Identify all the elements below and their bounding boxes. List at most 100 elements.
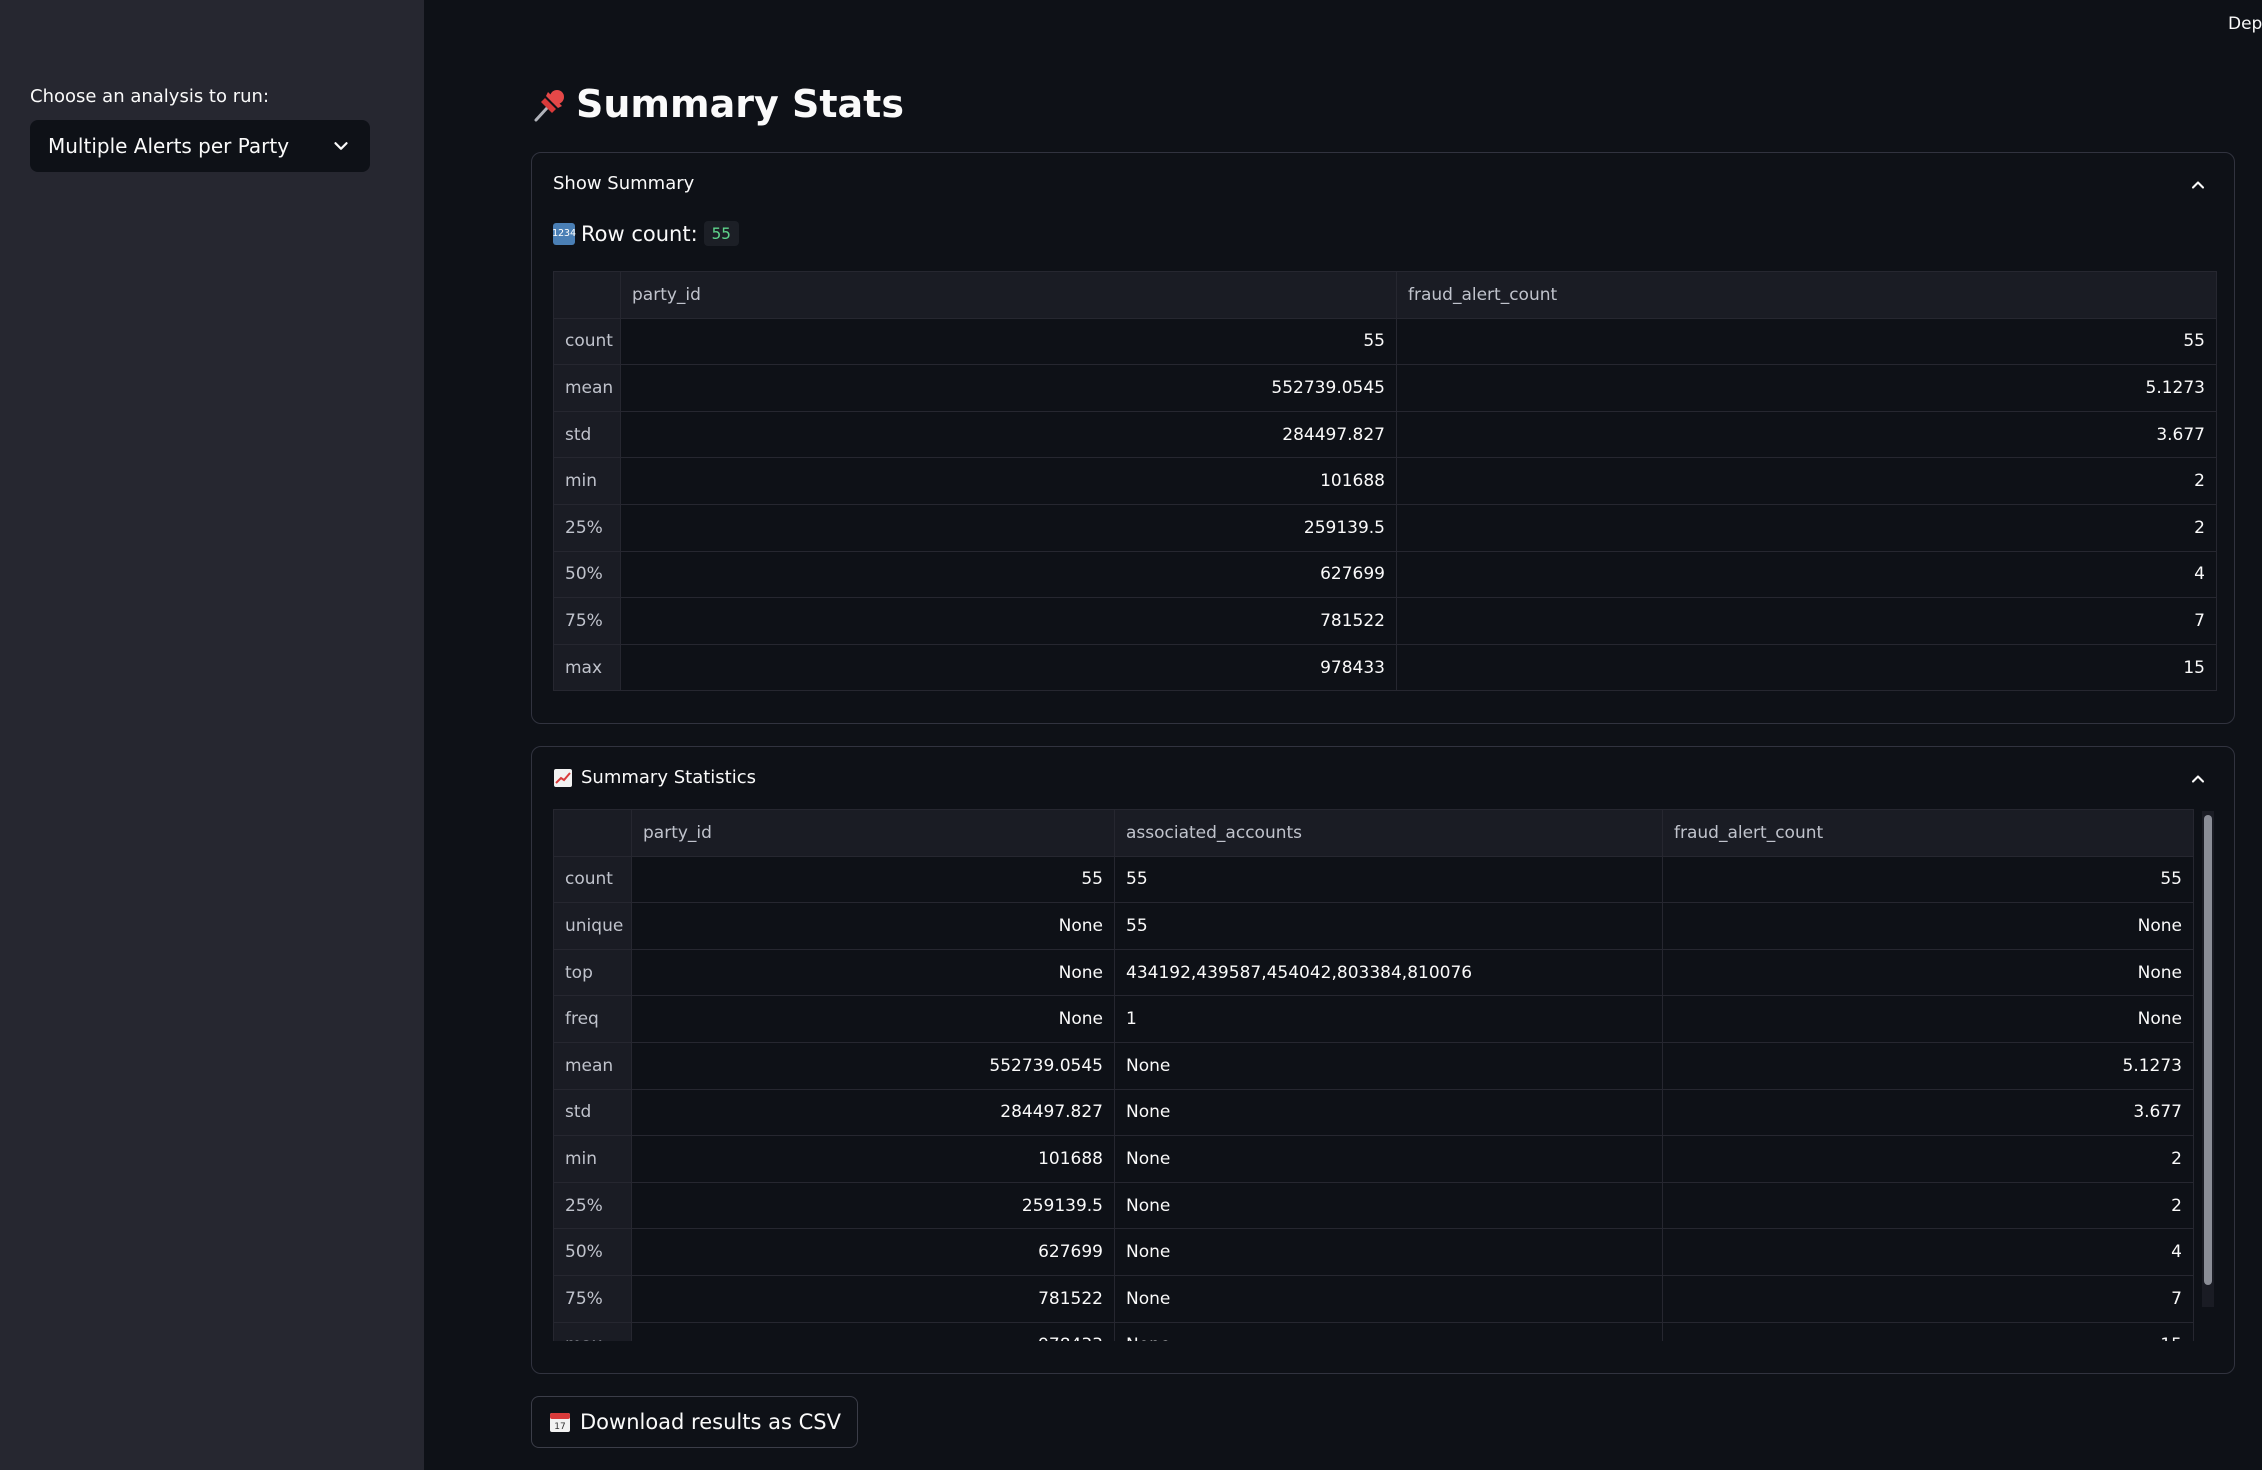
summary-statistics-table-viewport[interactable]: party_id associated_accounts fraud_alert… bbox=[553, 809, 2216, 1341]
table-cell[interactable]: 7 bbox=[1396, 597, 2217, 645]
summary-statistics-header[interactable]: Summary Statistics bbox=[553, 767, 756, 788]
chevron-up-icon[interactable] bbox=[2188, 175, 2208, 195]
download-csv-label: Download results as CSV bbox=[580, 1410, 841, 1434]
table-cell[interactable]: None bbox=[631, 902, 1115, 950]
row-index: 75% bbox=[553, 597, 621, 645]
chart-increasing-icon bbox=[554, 768, 572, 787]
table-cell[interactable]: None bbox=[1114, 1274, 1663, 1323]
svg-text:17: 17 bbox=[554, 1422, 565, 1432]
table-cell[interactable]: 5.1273 bbox=[1662, 1041, 2194, 1090]
summary-table: party_id fraud_alert_count count 55 55 mea… bbox=[553, 271, 2217, 692]
table-row: mean 552739.0545 None 5.1273 bbox=[553, 1041, 2194, 1090]
row-count-label: Row count: bbox=[581, 221, 698, 246]
table-cell[interactable]: 781522 bbox=[620, 597, 1397, 645]
table-cell[interactable]: 259139.5 bbox=[631, 1181, 1115, 1230]
table-cell[interactable]: 978433 bbox=[631, 1321, 1115, 1341]
table-cell[interactable]: 552739.0545 bbox=[631, 1041, 1115, 1090]
table-cell[interactable]: None bbox=[1662, 902, 2194, 950]
column-header[interactable]: fraud_alert_count bbox=[1396, 271, 2217, 319]
row-index: count bbox=[553, 317, 621, 366]
table-cell[interactable]: 2 bbox=[1662, 1181, 2194, 1230]
table-row: top None 434192,439587,454042,803384,81007… bbox=[553, 948, 2194, 997]
table-cell[interactable]: 1 bbox=[1114, 995, 1663, 1043]
table-cell[interactable]: 55 bbox=[1114, 902, 1663, 950]
table-cell[interactable]: 978433 bbox=[620, 643, 1397, 692]
row-index: unique bbox=[553, 902, 632, 950]
table-row: max 978433 15 bbox=[553, 643, 2217, 692]
table-cell[interactable]: 284497.827 bbox=[631, 1088, 1115, 1137]
table-row: 75% 781522 None 7 bbox=[553, 1274, 2194, 1323]
table-cell[interactable]: 55 bbox=[631, 855, 1115, 904]
table-cell[interactable]: None bbox=[631, 995, 1115, 1043]
table-scrollbar[interactable] bbox=[2202, 811, 2214, 1307]
pushpin-icon bbox=[534, 90, 564, 122]
page-title: Summary Stats bbox=[530, 82, 904, 126]
table-cell[interactable]: 434192,439587,454042,803384,810076 bbox=[1114, 948, 1663, 997]
column-header[interactable]: party_id bbox=[620, 271, 1397, 319]
deploy-button[interactable]: Deploy bbox=[2228, 14, 2262, 34]
table-cell[interactable]: 55 bbox=[620, 317, 1397, 366]
table-cell[interactable]: 259139.5 bbox=[620, 503, 1397, 552]
table-cell[interactable]: None bbox=[1114, 1135, 1663, 1183]
table-cell[interactable]: 2 bbox=[1396, 457, 2217, 505]
table-cell[interactable]: None bbox=[1662, 995, 2194, 1043]
table-cell[interactable]: 3.677 bbox=[1396, 410, 2217, 459]
column-header[interactable]: associated_accounts bbox=[1114, 809, 1663, 857]
input-numbers-icon: 1234 bbox=[552, 222, 576, 245]
table-cell[interactable]: 3.677 bbox=[1662, 1088, 2194, 1137]
table-row: min 101688 2 bbox=[553, 457, 2217, 505]
row-index: 50% bbox=[553, 550, 621, 599]
table-row: std 284497.827 None 3.677 bbox=[553, 1088, 2194, 1137]
table-cell[interactable]: 101688 bbox=[631, 1135, 1115, 1183]
table-cell[interactable]: None bbox=[1114, 1041, 1663, 1090]
table-row: min 101688 None 2 bbox=[553, 1135, 2194, 1183]
table-cell[interactable]: 55 bbox=[1396, 317, 2217, 366]
table-header-row: party_id associated_accounts fraud_alert… bbox=[553, 809, 2194, 857]
table-cell[interactable]: 627699 bbox=[631, 1228, 1115, 1276]
column-header[interactable] bbox=[553, 809, 632, 857]
table-cell[interactable]: None bbox=[1114, 1321, 1663, 1341]
table-cell[interactable]: 55 bbox=[1662, 855, 2194, 904]
table-cell[interactable]: None bbox=[1114, 1088, 1663, 1137]
column-header[interactable] bbox=[553, 271, 621, 319]
summary-statistics-expander: Summary Statistics party_id associated_a… bbox=[531, 746, 2235, 1374]
table-cell[interactable]: 627699 bbox=[620, 550, 1397, 599]
table-cell[interactable]: 5.1273 bbox=[1396, 364, 2217, 412]
table-cell[interactable]: 284497.827 bbox=[620, 410, 1397, 459]
table-scrollbar-thumb[interactable] bbox=[2204, 815, 2212, 1285]
table-cell[interactable]: None bbox=[1662, 948, 2194, 997]
table-row: 25% 259139.5 None 2 bbox=[553, 1181, 2194, 1230]
table-row: mean 552739.0545 5.1273 bbox=[553, 364, 2217, 412]
table-cell[interactable]: 55 bbox=[1114, 855, 1663, 904]
row-index: std bbox=[553, 1088, 632, 1137]
row-index: min bbox=[553, 1135, 632, 1183]
table-cell[interactable]: 2 bbox=[1396, 503, 2217, 552]
page-title-text: Summary Stats bbox=[576, 82, 904, 126]
table-cell[interactable]: 7 bbox=[1662, 1274, 2194, 1323]
table-row: 25% 259139.5 2 bbox=[553, 503, 2217, 552]
chevron-up-icon[interactable] bbox=[2188, 769, 2208, 789]
table-row: freq None 1 None bbox=[553, 995, 2194, 1043]
row-index: 75% bbox=[553, 1274, 632, 1323]
show-summary-header[interactable]: Show Summary bbox=[553, 173, 694, 194]
table-cell[interactable]: 2 bbox=[1662, 1135, 2194, 1183]
table-cell[interactable]: 4 bbox=[1662, 1228, 2194, 1276]
summary-statistics-title: Summary Statistics bbox=[581, 767, 756, 788]
calendar-icon: 17 bbox=[550, 1413, 570, 1432]
column-header[interactable]: party_id bbox=[631, 809, 1115, 857]
table-cell[interactable]: None bbox=[1114, 1228, 1663, 1276]
table-cell[interactable]: 15 bbox=[1396, 643, 2217, 692]
table-cell[interactable]: 781522 bbox=[631, 1274, 1115, 1323]
row-index: count bbox=[553, 855, 632, 904]
table-row: 50% 627699 None 4 bbox=[553, 1228, 2194, 1276]
column-header[interactable]: fraud_alert_count bbox=[1662, 809, 2194, 857]
table-cell[interactable]: None bbox=[1114, 1181, 1663, 1230]
download-csv-button[interactable]: 17 Download results as CSV bbox=[531, 1396, 858, 1448]
table-cell[interactable]: 15 bbox=[1662, 1321, 2194, 1341]
table-cell[interactable]: 4 bbox=[1396, 550, 2217, 599]
table-cell[interactable]: None bbox=[631, 948, 1115, 997]
table-cell[interactable]: 101688 bbox=[620, 457, 1397, 505]
row-index: max bbox=[553, 1321, 632, 1341]
table-cell[interactable]: 552739.0545 bbox=[620, 364, 1397, 412]
row-index: 50% bbox=[553, 1228, 632, 1276]
